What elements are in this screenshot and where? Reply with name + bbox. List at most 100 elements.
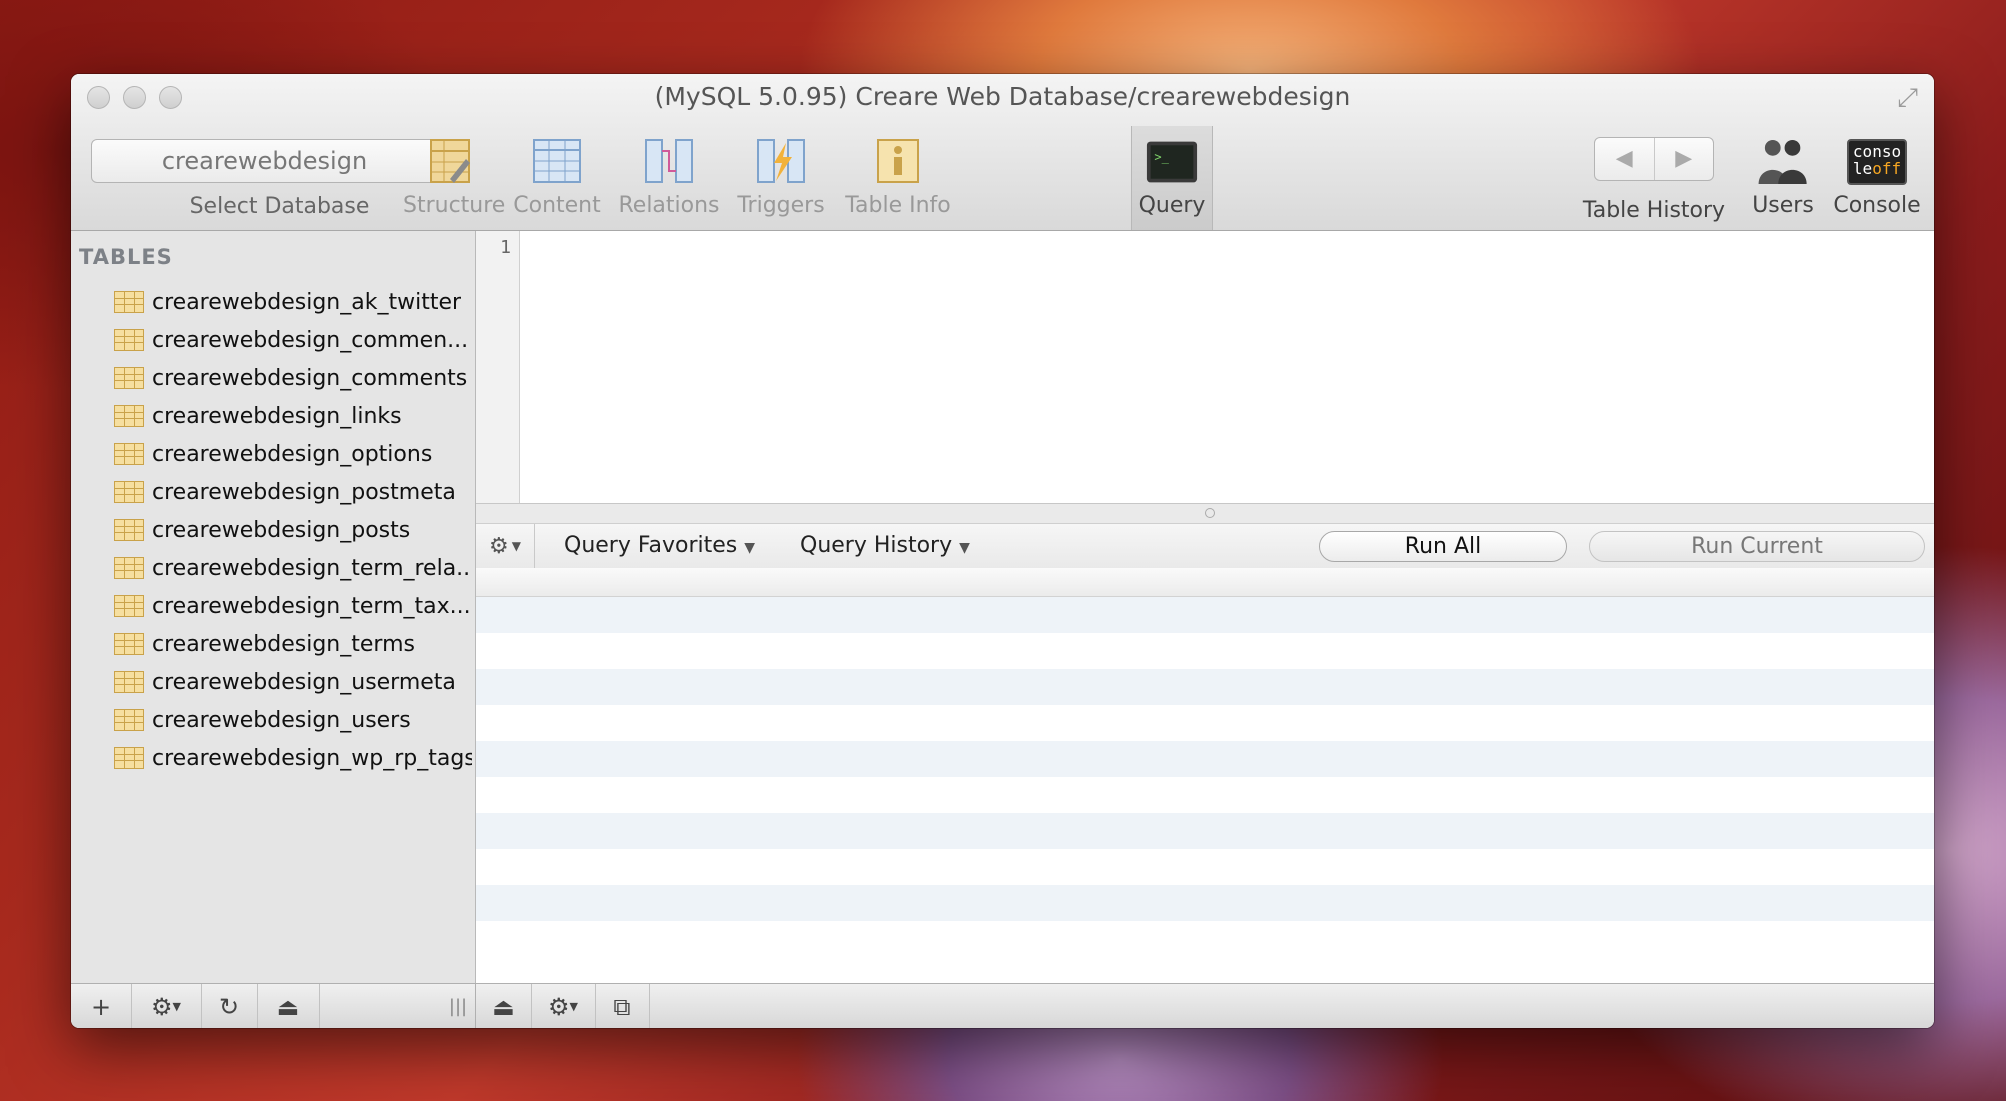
query-favorites-label: Query Favorites: [564, 533, 738, 558]
toolbar: (MySQL 5.0.95) Creare Web Database/crear…: [71, 74, 1934, 231]
sidebar-item-table[interactable]: crearewebdesign_postmeta: [114, 473, 472, 511]
table-icon: [114, 747, 144, 769]
relations-icon: [643, 136, 695, 188]
console-icon-text-1: conso: [1852, 142, 1902, 161]
table-history-nav: ◀ ▶: [1594, 137, 1714, 181]
results-table[interactable]: [476, 568, 1934, 983]
sidebar-item-table[interactable]: crearewebdesign_comments: [114, 359, 472, 397]
history-back-icon[interactable]: ◀: [1595, 138, 1655, 180]
structure-icon: [425, 136, 477, 188]
sidebar-item-table[interactable]: crearewebdesign_term_tax...: [114, 587, 472, 625]
sidebar-item-table[interactable]: crearewebdesign_users: [114, 701, 472, 739]
table-row: [476, 633, 1934, 669]
table-icon: [114, 671, 144, 693]
console-icon-text-2: le: [1852, 159, 1873, 178]
console-icon: conso leoff: [1846, 136, 1908, 188]
table-name: crearewebdesign_users: [152, 707, 411, 733]
table-name: crearewebdesign_term_rela...: [152, 555, 472, 581]
gear-icon: ⚙: [548, 992, 570, 1021]
sidebar-item-table[interactable]: crearewebdesign_terms: [114, 625, 472, 663]
query-history-label: Query History: [800, 533, 953, 558]
table-name: crearewebdesign_term_tax...: [152, 593, 471, 619]
tab-relations[interactable]: Relations: [616, 136, 722, 218]
sidebar-item-table[interactable]: crearewebdesign_usermeta: [114, 663, 472, 701]
tab-query[interactable]: >_ Query: [1131, 126, 1213, 230]
table-name: crearewebdesign_ak_twitter: [152, 289, 462, 315]
fullscreen-icon[interactable]: ⤢: [1897, 83, 1918, 114]
table-name: crearewebdesign_usermeta: [152, 669, 456, 695]
sidebar-item-table[interactable]: crearewebdesign_wp_rp_tags: [114, 739, 472, 777]
sidebar-item-table[interactable]: crearewebdesign_commen...: [114, 321, 472, 359]
tab-structure[interactable]: Structure: [403, 136, 506, 218]
query-history-menu[interactable]: Query History ▼: [800, 533, 970, 558]
query-icon: >_: [1146, 136, 1198, 188]
copy-icon: ⧉: [613, 992, 631, 1021]
table-icon: [114, 633, 144, 655]
table-row: [476, 849, 1934, 885]
run-current-button[interactable]: Run Current: [1589, 531, 1925, 562]
table-name: crearewebdesign_postmeta: [152, 479, 456, 505]
table-history: Table History: [1576, 193, 1732, 223]
results-rows: [476, 597, 1934, 957]
tab-table-info[interactable]: Table Info: [843, 136, 953, 218]
users-button[interactable]: Users: [1743, 136, 1823, 218]
table-icon: [114, 367, 144, 389]
query-editor[interactable]: 1: [476, 231, 1934, 503]
table-row: [476, 705, 1934, 741]
plus-icon: +: [90, 992, 112, 1021]
table-info-icon: [872, 136, 924, 188]
splitter-handle-icon: [1205, 508, 1215, 518]
tab-structure-label: Structure: [403, 193, 506, 218]
table-row: [476, 921, 1934, 957]
console-button[interactable]: conso leoff Console: [1829, 136, 1925, 218]
sidebar-item-table[interactable]: crearewebdesign_posts: [114, 511, 472, 549]
content-icon: [531, 136, 583, 188]
database-select-value: crearewebdesign: [161, 147, 368, 175]
editor-splitter[interactable]: [476, 503, 1934, 524]
chevron-down-icon: ▼: [511, 539, 521, 553]
sidebar-item-table[interactable]: crearewebdesign_options: [114, 435, 472, 473]
results-actions-button[interactable]: ⚙ ▼: [531, 984, 596, 1028]
tables-heading: TABLES: [79, 245, 173, 269]
run-all-button[interactable]: Run All: [1319, 531, 1567, 562]
refresh-icon: ↻: [218, 992, 240, 1021]
table-row: [476, 777, 1934, 813]
table-icon: [114, 709, 144, 731]
table-icon: [114, 405, 144, 427]
toggle-info-pane-button[interactable]: ⏏: [257, 984, 320, 1028]
users-icon: [1757, 136, 1809, 188]
sidebar-item-table[interactable]: crearewebdesign_links: [114, 397, 472, 435]
sidebar-resize-handle[interactable]: |||: [441, 984, 476, 1028]
query-favorites-menu[interactable]: Query Favorites ▼: [564, 533, 755, 558]
svg-text:>_: >_: [1154, 150, 1169, 164]
table-icon: [114, 291, 144, 313]
table-name: crearewebdesign_terms: [152, 631, 415, 657]
tables-sidebar: TABLES crearewebdesign_ak_twittercrearew…: [71, 231, 476, 983]
table-name: crearewebdesign_comments: [152, 365, 468, 391]
table-icon: [114, 519, 144, 541]
table-actions-button[interactable]: ⚙ ▼: [131, 984, 202, 1028]
table-name: crearewebdesign_wp_rp_tags: [152, 745, 472, 771]
table-icon: [114, 329, 144, 351]
tab-table-info-label: Table Info: [845, 193, 951, 218]
refresh-button[interactable]: ↻: [201, 984, 258, 1028]
table-row: [476, 597, 1934, 633]
table-icon: [114, 443, 144, 465]
results-header: [476, 568, 1934, 597]
add-table-button[interactable]: +: [71, 984, 132, 1028]
results-toggle-button[interactable]: ⏏: [476, 984, 532, 1028]
table-icon: [114, 595, 144, 617]
sidebar-item-table[interactable]: crearewebdesign_ak_twitter: [114, 283, 472, 321]
query-actions-button[interactable]: ⚙ ▼: [476, 524, 535, 568]
query-bar: ⚙ ▼ Query Favorites ▼ Query History ▼ Run…: [476, 523, 1934, 569]
table-name: crearewebdesign_links: [152, 403, 402, 429]
tab-triggers[interactable]: Triggers: [731, 136, 831, 218]
query-history-chevron-icon: ▼: [959, 540, 970, 556]
sidebar-item-table[interactable]: crearewebdesign_term_rela...: [114, 549, 472, 587]
tab-content-label: Content: [513, 193, 601, 218]
copy-results-button[interactable]: ⧉: [595, 984, 650, 1028]
history-forward-icon[interactable]: ▶: [1655, 138, 1714, 180]
tab-content[interactable]: Content: [509, 136, 605, 218]
table-icon: [114, 481, 144, 503]
eject-icon: ⏏: [492, 992, 515, 1021]
